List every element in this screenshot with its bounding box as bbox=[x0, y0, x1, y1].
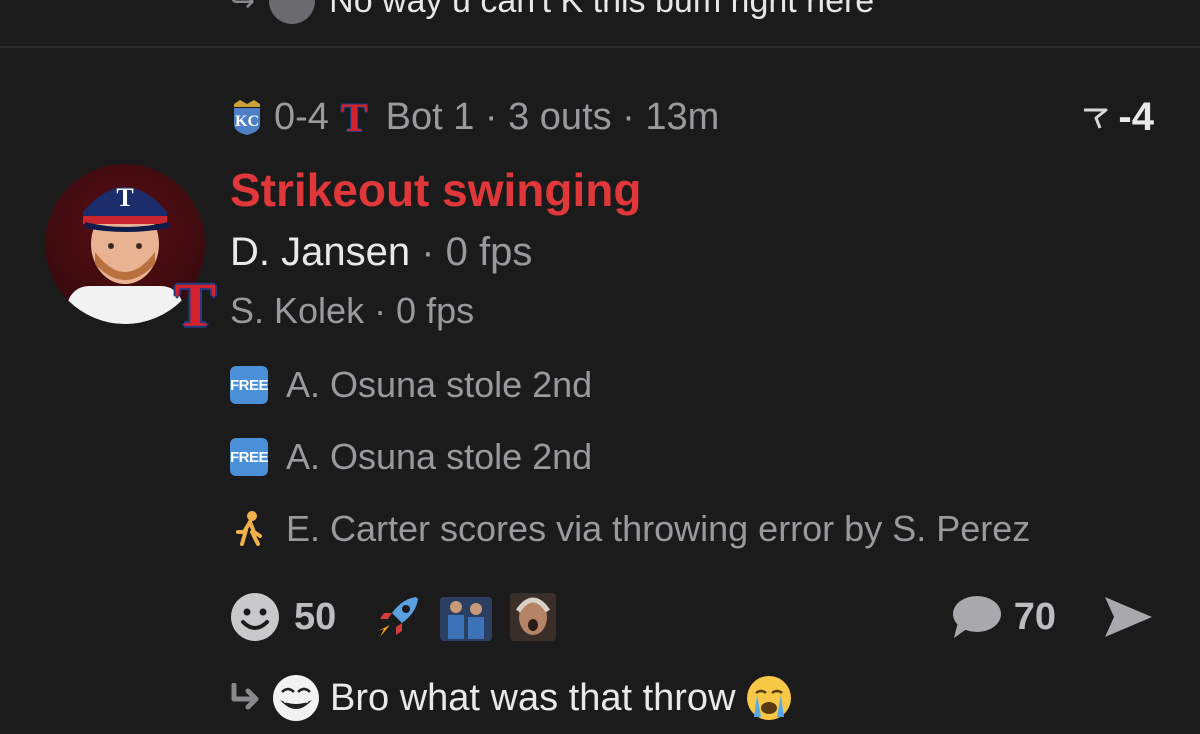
play-feed: ↪ No way u can't K this bum right here K… bbox=[0, 0, 1200, 734]
previous-reply[interactable]: ↪ No way u can't K this bum right here bbox=[230, 0, 874, 24]
score: 0-4 bbox=[274, 95, 329, 138]
rangers-t-logo-icon: T bbox=[340, 94, 368, 140]
smiley-reaction-icon[interactable] bbox=[230, 592, 280, 642]
free-badge-icon: FREE bbox=[230, 366, 269, 404]
event-text: E. Carter scores via throwing error by S… bbox=[286, 508, 1031, 549]
reply-arrow-icon: ↪ bbox=[230, 0, 256, 18]
flag-icon bbox=[1084, 108, 1108, 129]
free-badge-icon: FREE bbox=[230, 438, 269, 476]
divider bbox=[0, 46, 1200, 48]
svg-text:T: T bbox=[116, 183, 133, 212]
event-text: A. Osuna stole 2nd bbox=[286, 436, 593, 477]
crying-face-icon bbox=[746, 676, 791, 720]
reaction-count: 50 bbox=[294, 595, 337, 638]
previous-reply-text: No way u can't K this bum right here bbox=[329, 0, 875, 20]
team-badge-icon: T bbox=[174, 272, 216, 340]
shocked-reaction-icon[interactable] bbox=[508, 591, 558, 643]
event-item: E. Carter scores via throwing error by S… bbox=[230, 508, 1030, 550]
rocket-reaction-icon[interactable] bbox=[372, 591, 424, 643]
player-avatar[interactable]: T T bbox=[45, 164, 216, 337]
inning-info: Bot 1 · 3 outs · 13m bbox=[385, 95, 720, 138]
points-value: -4 bbox=[1118, 94, 1154, 139]
secondary-player-line[interactable]: S. Kolek · 0 fps bbox=[230, 290, 474, 332]
primary-player-line[interactable]: D. Jansen · 0 fps bbox=[230, 230, 532, 275]
svg-text:KC: KC bbox=[235, 113, 259, 130]
reply-avatar bbox=[269, 0, 316, 24]
comment-count: 70 bbox=[1013, 595, 1056, 638]
points-display[interactable]: -4 bbox=[1082, 94, 1154, 140]
event-item: FREE A. Osuna stole 2nd bbox=[230, 364, 592, 406]
share-icon[interactable] bbox=[1102, 594, 1154, 640]
primary-player-fps: · 0 fps bbox=[421, 230, 533, 274]
kc-royals-logo-icon: KC bbox=[232, 98, 262, 136]
runner-icon bbox=[230, 510, 268, 548]
play-title: Strikeout swinging bbox=[230, 164, 642, 216]
event-text: A. Osuna stole 2nd bbox=[286, 364, 593, 405]
reactions-row: 50 70 bbox=[230, 590, 1154, 644]
reply-arrow-icon bbox=[231, 683, 259, 710]
comment-icon[interactable] bbox=[950, 594, 1002, 640]
reply-text: Bro what was that throw bbox=[330, 676, 736, 719]
primary-player-name: D. Jansen bbox=[230, 230, 411, 274]
troll-face-avatar-icon bbox=[273, 675, 319, 721]
play-header: KC 0-4 T Bot 1 · 3 outs · 13m -4 bbox=[232, 94, 1154, 140]
event-item: FREE A. Osuna stole 2nd bbox=[230, 436, 592, 478]
players-reaction-icon[interactable] bbox=[438, 591, 494, 643]
reply-preview[interactable]: Bro what was that throw bbox=[228, 674, 792, 722]
